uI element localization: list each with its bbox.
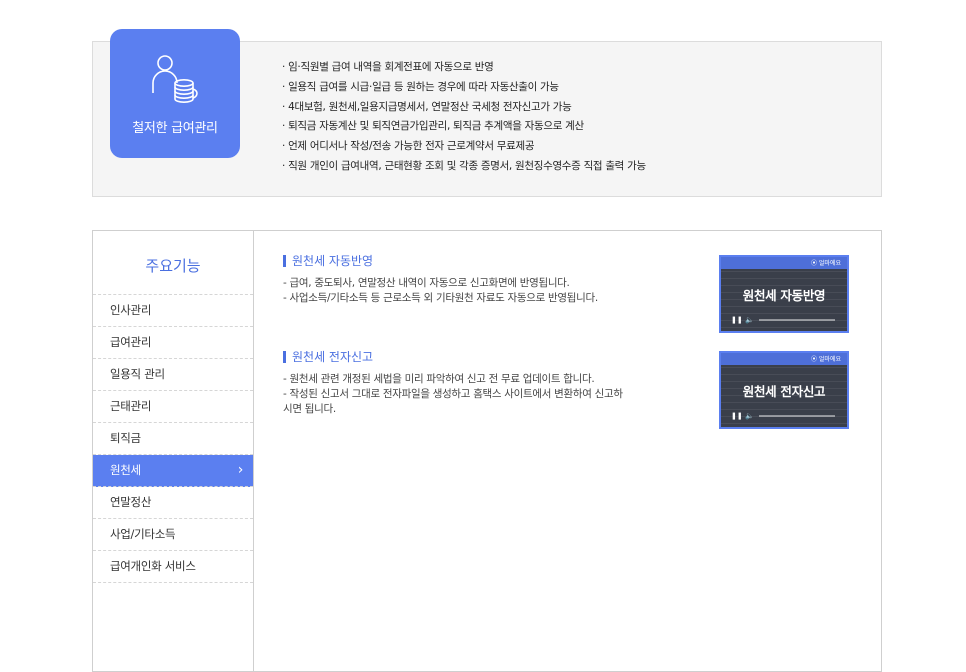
feature-bullet-list: · 임·직원별 급여 내역을 회계전표에 자동으로 반영 · 일용직 급여를 시… <box>282 58 646 177</box>
sidebar-item-daily-worker[interactable]: 일용직 관리 <box>93 359 253 391</box>
sidebar-title: 주요기능 <box>145 257 201 275</box>
payroll-badge: 철저한 급여관리 <box>110 29 240 158</box>
section-description: - 급여, 중도퇴사, 연말정산 내역이 자동으로 신고화면에 반영됩니다. -… <box>283 276 703 306</box>
employee-coins-icon <box>151 53 203 107</box>
video-thumbnail-e-filing[interactable]: ⦿ 얼마에요 원천세 전자신고 ❚❚ 🔈 <box>719 351 849 429</box>
section-e-filing: 원천세 전자신고 - 원천세 관련 개정된 세법을 미리 파악하여 신고 전 무… <box>283 349 703 417</box>
sidebar-item-attendance[interactable]: 근태관리 <box>93 391 253 423</box>
video-title: 원천세 전자신고 <box>742 384 826 399</box>
feature-bullet: · 임·직원별 급여 내역을 회계전표에 자동으로 반영 <box>282 61 494 73</box>
pause-volume-icon[interactable]: ❚❚ 🔈 <box>731 412 754 420</box>
video-progress-bar[interactable] <box>759 319 835 321</box>
feature-bullet: · 언제 어디서나 작성/전송 가능한 전자 근로계약서 무료제공 <box>282 140 535 153</box>
video-thumbnail-auto-reflect[interactable]: ⦿ 얼마에요 원천세 자동반영 ❚❚ 🔈 <box>719 255 849 333</box>
sidebar-menu: 인사관리 급여관리 일용직 관리 근태관리 퇴직금 원천세 › 연말정산 사업/… <box>93 294 253 583</box>
sidebar-item-year-end-settlement[interactable]: 연말정산 <box>93 487 253 519</box>
video-progress-bar[interactable] <box>759 415 835 417</box>
video-title: 원천세 자동반영 <box>742 288 826 303</box>
description-line: - 급여, 중도퇴사, 연말정산 내역이 자동으로 신고화면에 반영됩니다. <box>283 277 570 289</box>
sidebar-item-label: 원천세 <box>110 463 141 477</box>
description-line: - 작성된 신고서 그대로 전자파일을 생성하고 홈택스 사이트에서 변환하여 … <box>283 388 623 400</box>
main-features-panel: 주요기능 인사관리 급여관리 일용직 관리 근태관리 퇴직금 원천세 › 연말정… <box>92 230 882 672</box>
chevron-right-icon: › <box>237 462 244 478</box>
features-sidebar: 주요기능 인사관리 급여관리 일용직 관리 근태관리 퇴직금 원천세 › 연말정… <box>93 231 254 671</box>
sidebar-item-business-other-income[interactable]: 사업/기타소득 <box>93 519 253 551</box>
feature-bullet: · 4대보험, 원천세,일용지급명세서, 연말정산 국세청 전자신고가 가능 <box>282 100 572 113</box>
description-line: 시면 됩니다. <box>283 403 336 415</box>
description-line: - 원천세 관련 개정된 세법을 미리 파악하여 신고 전 무료 업데이트 합니… <box>283 373 595 385</box>
feature-bullet: · 퇴직금 자동계산 및 퇴직연금가입관리, 퇴직금 추계액을 자동으로 계산 <box>282 120 584 133</box>
sidebar-item-severance[interactable]: 퇴직금 <box>93 423 253 455</box>
section-description: - 원천세 관련 개정된 세법을 미리 파악하여 신고 전 무료 업데이트 합니… <box>283 372 703 417</box>
sidebar-item-personal-payroll-service[interactable]: 급여개인화 서비스 <box>93 551 253 583</box>
sidebar-item-payroll[interactable]: 급여관리 <box>93 327 253 359</box>
section-auto-reflect: 원천세 자동반영 - 급여, 중도퇴사, 연말정산 내역이 자동으로 신고화면에… <box>283 253 703 306</box>
pause-volume-icon[interactable]: ❚❚ 🔈 <box>731 316 754 324</box>
sidebar-item-withholding-tax[interactable]: 원천세 › <box>93 455 253 487</box>
badge-label: 철저한 급여관리 <box>132 121 218 136</box>
sidebar-item-hr[interactable]: 인사관리 <box>93 295 253 327</box>
brand-logo: ⦿ 얼마에요 <box>811 356 841 363</box>
section-title: 원천세 자동반영 <box>283 253 703 269</box>
section-title: 원천세 전자신고 <box>283 349 703 365</box>
brand-logo: ⦿ 얼마에요 <box>811 260 841 267</box>
feature-bullet: · 일용직 급여를 시급·일급 등 원하는 경우에 따라 자동산출이 가능 <box>282 80 559 93</box>
feature-bullet: · 직원 개인이 급여내역, 근태현황 조회 및 각종 증명서, 원천징수영수증… <box>282 159 646 172</box>
description-line: - 사업소득/기타소득 등 근로소득 외 기타원천 자료도 자동으로 반영됩니다… <box>283 292 598 304</box>
